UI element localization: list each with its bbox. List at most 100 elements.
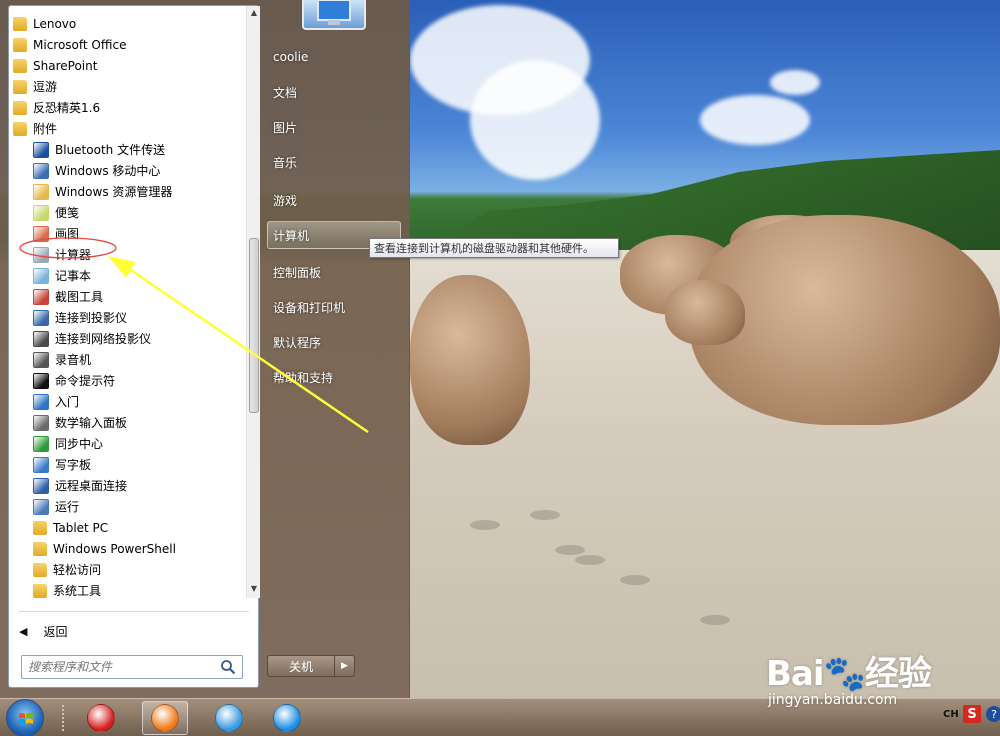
start-right-item[interactable]: 默认程序 xyxy=(273,331,321,353)
taskbar-grip[interactable] xyxy=(62,705,66,731)
calculator-icon xyxy=(33,246,49,263)
folder-icon xyxy=(33,541,47,556)
program-label: 命令提示符 xyxy=(55,374,116,388)
program-label: 录音机 xyxy=(55,353,92,367)
mobility-center-icon xyxy=(33,162,49,179)
back-arrow-icon: ◀ xyxy=(19,624,28,638)
taskbar-app-button[interactable] xyxy=(78,701,124,735)
scroll-thumb[interactable] xyxy=(249,238,259,413)
start-right-item[interactable]: 控制面板 xyxy=(273,261,321,283)
program-label: 附件 xyxy=(33,122,58,136)
user-picture[interactable] xyxy=(302,0,366,30)
program-label: 反恐精英1.6 xyxy=(33,101,101,115)
program-item[interactable]: 运行 xyxy=(33,496,79,517)
folder-icon xyxy=(13,100,27,115)
start-right-item[interactable]: 图片 xyxy=(273,116,297,138)
taskbar-app-button[interactable] xyxy=(206,701,252,735)
program-label: SharePoint xyxy=(33,58,98,73)
search-input[interactable] xyxy=(28,659,214,675)
search-box[interactable] xyxy=(21,655,243,679)
program-item[interactable]: 同步中心 xyxy=(33,433,103,454)
program-label: Lenovo xyxy=(33,16,77,31)
program-item[interactable]: 计算器 xyxy=(33,244,91,265)
program-label: 截图工具 xyxy=(55,290,104,304)
start-right-item[interactable]: 音乐 xyxy=(273,151,297,173)
program-item[interactable]: 附件 xyxy=(13,118,57,139)
search-icon[interactable] xyxy=(220,659,236,675)
help-icon[interactable]: ? xyxy=(986,706,1000,722)
program-item[interactable]: Windows PowerShell xyxy=(33,538,176,559)
programs-scrollbar[interactable]: ▲ ▼ xyxy=(246,6,260,598)
footprint xyxy=(700,615,730,625)
program-item[interactable]: 反恐精英1.6 xyxy=(13,97,100,118)
program-item[interactable]: 远程桌面连接 xyxy=(33,475,127,496)
start-right-item[interactable]: 计算机 xyxy=(273,224,309,246)
language-indicator[interactable]: CH xyxy=(943,709,959,720)
thunder-download-icon xyxy=(151,704,179,732)
folder-icon xyxy=(13,58,27,73)
sticky-notes-icon xyxy=(33,204,49,221)
start-right-item[interactable]: coolie xyxy=(273,46,308,68)
program-item[interactable]: Windows 资源管理器 xyxy=(33,181,172,202)
program-label: Windows 资源管理器 xyxy=(55,185,173,199)
program-item[interactable]: 记事本 xyxy=(33,265,91,286)
watermark-url: jingyan.baidu.com xyxy=(768,692,898,708)
projector-icon xyxy=(33,309,49,326)
program-item[interactable]: Windows 移动中心 xyxy=(33,160,160,181)
program-item[interactable]: 连接到投影仪 xyxy=(33,307,127,328)
program-item[interactable]: 入门 xyxy=(33,391,79,412)
program-item[interactable]: Tablet PC xyxy=(33,517,108,538)
back-button[interactable]: ◀ 返回 xyxy=(19,618,249,644)
program-item[interactable]: 连接到网络投影仪 xyxy=(33,328,151,349)
program-item[interactable]: 轻松访问 xyxy=(33,559,101,580)
getting-started-icon xyxy=(33,393,49,410)
all-programs-list: Lenovo Microsoft Office SharePoint 逗游反恐精英1.… xyxy=(9,6,245,598)
program-item[interactable]: 画图 xyxy=(33,223,79,244)
program-label: 便笺 xyxy=(55,206,80,220)
program-item[interactable]: 系统工具 xyxy=(33,580,101,598)
folder-icon xyxy=(13,16,27,31)
chevron-right-icon: ▶ xyxy=(341,661,348,671)
program-label: Microsoft Office xyxy=(33,37,127,52)
program-item[interactable]: Microsoft Office xyxy=(13,34,126,55)
monitor-icon xyxy=(317,0,351,25)
program-item[interactable]: 截图工具 xyxy=(33,286,103,307)
start-menu-left-pane: Lenovo Microsoft Office SharePoint 逗游反恐精英1.… xyxy=(8,5,260,688)
start-button[interactable] xyxy=(6,699,44,736)
scroll-up-arrow-icon[interactable]: ▲ xyxy=(247,6,261,20)
taskbar-app-button[interactable] xyxy=(264,701,310,735)
shutdown-options-button[interactable]: ▶ xyxy=(335,655,355,677)
shutdown-button[interactable]: 关机 xyxy=(267,655,335,677)
program-item[interactable]: Bluetooth 文件传送 xyxy=(33,139,165,160)
start-right-item[interactable]: 帮助和支持 xyxy=(273,366,333,388)
command-prompt-icon xyxy=(33,372,49,389)
program-item[interactable]: 便笺 xyxy=(33,202,79,223)
start-right-item[interactable]: 游戏 xyxy=(273,189,297,211)
network-projector-icon xyxy=(33,330,49,347)
scroll-down-arrow-icon[interactable]: ▼ xyxy=(247,582,261,596)
start-right-item[interactable]: 设备和打印机 xyxy=(273,296,345,318)
footprint xyxy=(575,555,605,565)
start-menu: Lenovo Microsoft Office SharePoint 逗游反恐精英1.… xyxy=(0,0,410,698)
program-label: 轻松访问 xyxy=(53,563,102,577)
program-item[interactable]: SharePoint xyxy=(13,55,97,76)
start-right-item[interactable]: 文档 xyxy=(273,81,297,103)
taskbar-app-button[interactable] xyxy=(142,701,188,735)
snipping-tool-icon xyxy=(33,288,49,305)
program-label: Windows 移动中心 xyxy=(55,164,161,178)
program-label: 计算器 xyxy=(55,248,92,262)
program-item[interactable]: 逗游 xyxy=(13,76,57,97)
program-item[interactable]: 命令提示符 xyxy=(33,370,115,391)
program-item[interactable]: Lenovo xyxy=(13,13,76,34)
program-item[interactable]: 录音机 xyxy=(33,349,91,370)
cloud xyxy=(470,60,600,180)
program-label: 系统工具 xyxy=(53,584,102,598)
media-player-icon xyxy=(87,704,115,732)
run-icon xyxy=(33,498,49,515)
program-item[interactable]: 数学输入面板 xyxy=(33,412,127,433)
program-label: 记事本 xyxy=(55,269,92,283)
folder-icon xyxy=(13,37,27,52)
program-item[interactable]: 写字板 xyxy=(33,454,91,475)
program-label: 运行 xyxy=(55,500,80,514)
program-label: 连接到投影仪 xyxy=(55,311,128,325)
